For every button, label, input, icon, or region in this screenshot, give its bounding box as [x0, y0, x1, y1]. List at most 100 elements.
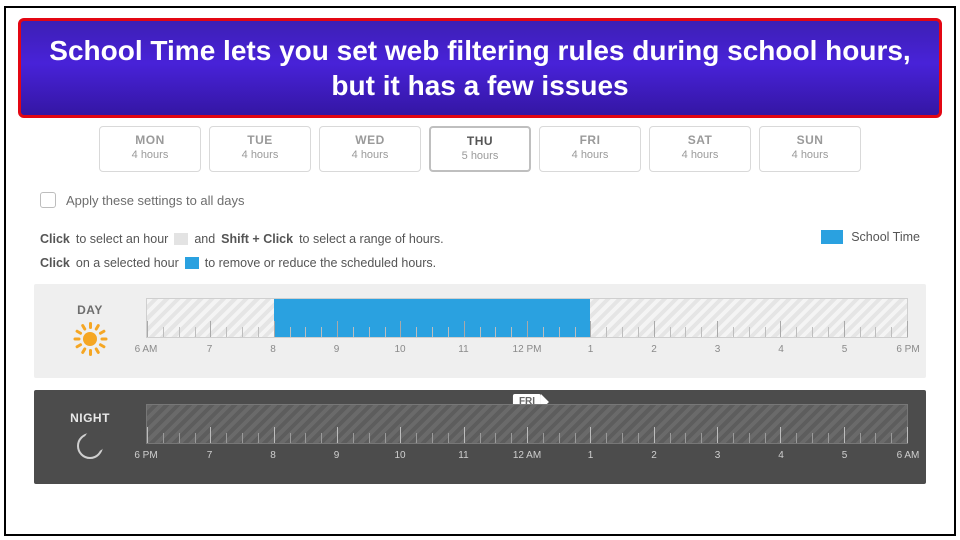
night-ruler-wrap: 6 PM789101112 AM123456 AM: [146, 404, 908, 466]
ruler-tick: [891, 327, 892, 337]
day-tab-hours: 4 hours: [100, 149, 200, 161]
night-labels: 6 PM789101112 AM123456 AM: [146, 450, 908, 466]
ruler-tick: [416, 433, 417, 443]
day-tab-name: SUN: [760, 133, 860, 147]
ruler-label: 6 AM: [897, 450, 920, 461]
ruler-tick: [385, 327, 386, 337]
ruler-label: 9: [334, 450, 340, 461]
ruler-tick: [812, 327, 813, 337]
ruler-label: 10: [394, 450, 405, 461]
ruler-label: 5: [842, 450, 848, 461]
ruler-tick: [432, 327, 433, 337]
hint-text: to remove or reduce the scheduled hours.: [205, 256, 436, 270]
day-tab-name: WED: [320, 133, 420, 147]
day-tab-thu[interactable]: THU5 hours: [429, 126, 531, 172]
ruler-tick: [163, 327, 164, 337]
ruler-tick: [527, 427, 528, 443]
day-tab-hours: 4 hours: [210, 149, 310, 161]
day-tab-tue[interactable]: TUE 4 hours: [209, 126, 311, 172]
hint-click: Click: [40, 232, 70, 246]
day-tab-name: FRI: [540, 133, 640, 147]
day-tab-name: THU: [431, 134, 529, 148]
night-ruler[interactable]: [146, 404, 908, 444]
ruler-tick: [701, 327, 702, 337]
legend-swatch-icon: [821, 230, 843, 244]
ruler-tick: [179, 327, 180, 337]
ruler-label: 8: [270, 344, 276, 355]
ruler-label: 1: [588, 344, 594, 355]
day-labels: 6 AM789101112 PM123456 PM: [146, 344, 908, 360]
ruler-tick: [575, 433, 576, 443]
ruler-tick: [796, 327, 797, 337]
ruler-tick: [305, 327, 306, 337]
ruler-tick: [321, 433, 322, 443]
ruler-tick: [622, 327, 623, 337]
legend-label: School Time: [851, 230, 920, 244]
apply-all-checkbox[interactable]: [40, 192, 56, 208]
hint-text: to select an hour: [76, 232, 168, 246]
ruler-tick: [258, 433, 259, 443]
day-tab-mon[interactable]: MON 4 hours: [99, 126, 201, 172]
ruler-label: 12 PM: [513, 344, 542, 355]
ruler-tick: [147, 427, 148, 443]
ruler-tick: [321, 327, 322, 337]
ruler-tick: [543, 433, 544, 443]
ruler-label: 6 AM: [135, 344, 158, 355]
screenshot-frame: School Time lets you set web filtering r…: [4, 6, 956, 536]
timeline-night: FRI NIGHT 6 PM789101112 AM123456 AM: [34, 390, 926, 484]
day-tab-sun[interactable]: SUN4 hours: [759, 126, 861, 172]
ruler-tick: [812, 433, 813, 443]
ruler-tick: [559, 327, 560, 337]
ruler-tick: [369, 433, 370, 443]
day-tab-hours: 4 hours: [650, 149, 750, 161]
caption-banner: School Time lets you set web filtering r…: [18, 18, 942, 118]
ruler-tick: [274, 427, 275, 443]
ruler-tick: [701, 433, 702, 443]
hint-line-1: Click to select an hour and Shift + Clic…: [40, 232, 920, 246]
apply-all-row[interactable]: Apply these settings to all days: [40, 192, 926, 208]
ruler-tick: [163, 433, 164, 443]
ruler-tick: [717, 427, 718, 443]
ruler-tick: [511, 327, 512, 337]
ruler-tick: [495, 327, 496, 337]
ruler-tick: [590, 427, 591, 443]
ruler-tick: [448, 433, 449, 443]
ruler-tick: [495, 433, 496, 443]
day-tab-fri[interactable]: FRI 4 hours: [539, 126, 641, 172]
ruler-label: 8: [270, 450, 276, 461]
day-ruler-wrap: 6 AM789101112 PM123456 PM: [146, 298, 908, 360]
day-tab-hours: 4 hours: [540, 149, 640, 161]
day-tab-name: MON: [100, 133, 200, 147]
ruler-tick: [195, 433, 196, 443]
ruler-tick: [638, 433, 639, 443]
day-tab-name: SAT: [650, 133, 750, 147]
ruler-tick: [575, 327, 576, 337]
ruler-tick: [432, 433, 433, 443]
ruler-label: 11: [458, 450, 468, 461]
ruler-tick: [875, 433, 876, 443]
ruler-tick: [907, 427, 908, 443]
day-ruler[interactable]: [146, 298, 908, 338]
ruler-tick: [559, 433, 560, 443]
day-tab-name: TUE: [210, 133, 310, 147]
day-tabs: MON4 hoursTUE4 hoursWED4 hoursTHU5 hours…: [34, 126, 926, 172]
day-tab-sat[interactable]: SAT 4 hours: [649, 126, 751, 172]
ruler-tick: [654, 427, 655, 443]
timeline-night-label: NIGHT: [52, 411, 128, 459]
ruler-tick: [844, 427, 845, 443]
ruler-label: 3: [715, 344, 721, 355]
hint-text: to select a range of hours.: [299, 232, 444, 246]
ruler-tick: [875, 327, 876, 337]
caption-text: School Time lets you set web filtering r…: [49, 33, 911, 103]
ruler-tick: [670, 327, 671, 337]
ruler-tick: [242, 327, 243, 337]
ruler-label: 5: [842, 344, 848, 355]
day-tab-wed[interactable]: WED4 hours: [319, 126, 421, 172]
ruler-tick: [242, 433, 243, 443]
ruler-tick: [290, 433, 291, 443]
sun-icon: [74, 323, 106, 355]
ruler-label: 2: [651, 450, 657, 461]
ruler-tick: [448, 327, 449, 337]
ruler-tick: [654, 321, 655, 337]
ruler-tick: [258, 327, 259, 337]
